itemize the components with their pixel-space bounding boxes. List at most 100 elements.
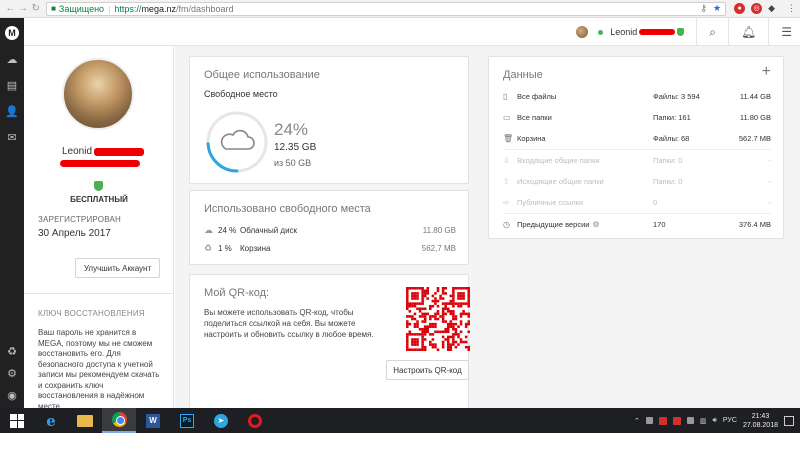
qr-module bbox=[467, 345, 470, 349]
free-plan-shield-icon bbox=[94, 181, 103, 191]
online-status-icon bbox=[598, 29, 604, 35]
cloud-drive-icon[interactable]: ☁ bbox=[7, 54, 18, 66]
data-row-outgoing-shares[interactable]: ⇧ Исходящие общие папки Папки: 0 - bbox=[503, 177, 771, 186]
data-row-previous-versions[interactable]: ◷ Предыдущие версии ⚙ 170 376.4 MB bbox=[503, 220, 771, 229]
qr-module bbox=[418, 327, 422, 331]
qr-module bbox=[441, 287, 445, 290]
qr-module bbox=[457, 304, 460, 308]
browser-menu-icon[interactable]: ⋮ bbox=[787, 3, 796, 14]
hamburger-menu-icon[interactable]: ☰ bbox=[781, 25, 792, 39]
qr-module bbox=[423, 325, 427, 328]
free-row-percent: 24 % bbox=[218, 226, 237, 235]
add-icon[interactable]: + bbox=[762, 63, 771, 81]
taskbar-chrome[interactable] bbox=[102, 408, 136, 433]
language-indicator[interactable]: РУС bbox=[723, 417, 737, 424]
taskbar-telegram[interactable]: ➤ bbox=[204, 408, 238, 433]
tray-mega-icon[interactable] bbox=[658, 416, 667, 425]
qr-module bbox=[423, 289, 427, 293]
qr-module bbox=[467, 297, 470, 300]
configure-qr-button[interactable]: Настроить QR-код bbox=[386, 360, 469, 380]
bookmark-star-icon[interactable]: ★ bbox=[713, 3, 721, 14]
user-menu[interactable]: Leonid bbox=[576, 26, 685, 38]
qr-module bbox=[452, 310, 455, 313]
notifications-bell-icon[interactable]: 🔔︎ bbox=[741, 25, 756, 39]
system-clock[interactable]: 21:43 27.08.2018 bbox=[743, 412, 778, 430]
qr-module bbox=[423, 307, 427, 311]
qr-module bbox=[467, 330, 470, 334]
inbox-icon[interactable]: ▤ bbox=[7, 80, 17, 92]
profile-panel: Leonid БЕСПЛАТНЫЙ ЗАРЕГИСТРИРОВАН 30 Апр… bbox=[24, 18, 174, 408]
data-row-label: Все папки bbox=[517, 113, 552, 122]
qr-module bbox=[436, 289, 440, 293]
qr-module bbox=[446, 340, 450, 344]
qr-module bbox=[413, 348, 417, 351]
qr-module bbox=[454, 330, 458, 334]
qr-module bbox=[452, 304, 455, 308]
rubbish-bin-icon[interactable]: ♻ bbox=[7, 346, 17, 358]
qr-module bbox=[449, 335, 453, 339]
tray-app-icon[interactable] bbox=[645, 417, 653, 424]
data-row-all-files[interactable]: ▯ Все файлы Файлы: 3 594 11.44 GB bbox=[503, 92, 771, 101]
qr-module bbox=[441, 289, 445, 293]
qr-module bbox=[429, 325, 432, 328]
key-icon[interactable]: ⚷ bbox=[700, 3, 707, 14]
settings-gear-icon[interactable]: ⚙ bbox=[7, 368, 17, 380]
extension-shield-icon[interactable]: ◆ bbox=[768, 3, 775, 14]
qr-module bbox=[406, 343, 409, 346]
topbar-username[interactable]: Leonid bbox=[610, 27, 637, 37]
qr-module bbox=[416, 320, 419, 323]
volume-icon[interactable]: 🔊︎ bbox=[713, 417, 717, 425]
qr-module bbox=[406, 345, 409, 349]
back-icon[interactable]: ← bbox=[4, 3, 17, 14]
qr-module bbox=[421, 327, 424, 331]
taskbar-word[interactable]: W bbox=[136, 408, 170, 433]
qr-module bbox=[411, 348, 414, 351]
mega-logo-icon[interactable]: M bbox=[5, 26, 19, 40]
tray-app-icon[interactable] bbox=[672, 416, 681, 425]
data-row-public-links[interactable]: ∞ Публичные ссылки 0 - bbox=[503, 198, 771, 207]
qr-module bbox=[467, 289, 470, 293]
qr-module bbox=[436, 310, 440, 313]
qr-module bbox=[426, 287, 430, 290]
network-icon[interactable]: ▥ bbox=[700, 417, 707, 425]
contacts-icon[interactable]: 👤 bbox=[5, 106, 19, 118]
qr-module bbox=[421, 315, 424, 318]
profile-avatar[interactable] bbox=[62, 58, 134, 130]
qr-module bbox=[418, 287, 422, 290]
qr-module bbox=[462, 294, 465, 298]
qr-module bbox=[411, 338, 414, 341]
free-space-row: ♻ 1 % Корзина 562,7 MB bbox=[204, 243, 456, 254]
extension-badge-icon[interactable]: ◎ bbox=[751, 3, 763, 14]
windows-taskbar: e W Ps ➤ ⌃ ▥ 🔊︎ РУС 21:43 27.08.2018 bbox=[0, 408, 800, 433]
action-center-icon[interactable] bbox=[784, 415, 794, 426]
forward-icon[interactable]: → bbox=[17, 3, 30, 14]
qr-module bbox=[431, 299, 435, 303]
data-row-incoming-shares[interactable]: ⇩ Входящие общие папки Папки: 0 - bbox=[503, 156, 771, 165]
extension-icon[interactable]: ● bbox=[734, 3, 746, 14]
qr-module bbox=[459, 330, 463, 334]
data-row-all-folders[interactable]: ▭ Все папки Папки: 161 11.80 GB bbox=[503, 113, 771, 122]
tray-app-icon[interactable] bbox=[686, 417, 694, 424]
taskbar-photoshop[interactable]: Ps bbox=[170, 408, 204, 433]
taskbar-ie[interactable]: e bbox=[34, 408, 68, 433]
address-bar[interactable]: ■ Защищено | https:// mega.nz /fm/dashbo… bbox=[46, 1, 727, 16]
transfers-icon[interactable]: ◉ bbox=[7, 390, 17, 402]
qr-module bbox=[446, 345, 450, 349]
start-button[interactable] bbox=[0, 408, 34, 433]
qr-module bbox=[467, 315, 470, 318]
tray-chevron-icon[interactable]: ⌃ bbox=[634, 417, 640, 425]
chat-icon[interactable]: ✉ bbox=[7, 132, 16, 144]
qr-module bbox=[416, 338, 419, 341]
gear-icon[interactable]: ⚙ bbox=[592, 220, 599, 229]
taskbar-opera[interactable] bbox=[238, 408, 272, 433]
qr-module bbox=[421, 320, 424, 323]
search-icon[interactable]: ⌕ bbox=[709, 25, 716, 40]
user-avatar[interactable] bbox=[576, 26, 589, 38]
taskbar-explorer[interactable] bbox=[68, 408, 102, 433]
reload-icon[interactable]: ↻ bbox=[29, 3, 42, 14]
qr-module bbox=[421, 292, 424, 295]
qr-module bbox=[459, 294, 463, 298]
upgrade-account-button[interactable]: Улучшить Аккаунт bbox=[75, 258, 160, 278]
qr-module bbox=[426, 297, 430, 300]
data-row-rubbish-bin[interactable]: 🗑︎ Корзина Файлы: 68 562.7 MB bbox=[503, 134, 771, 143]
